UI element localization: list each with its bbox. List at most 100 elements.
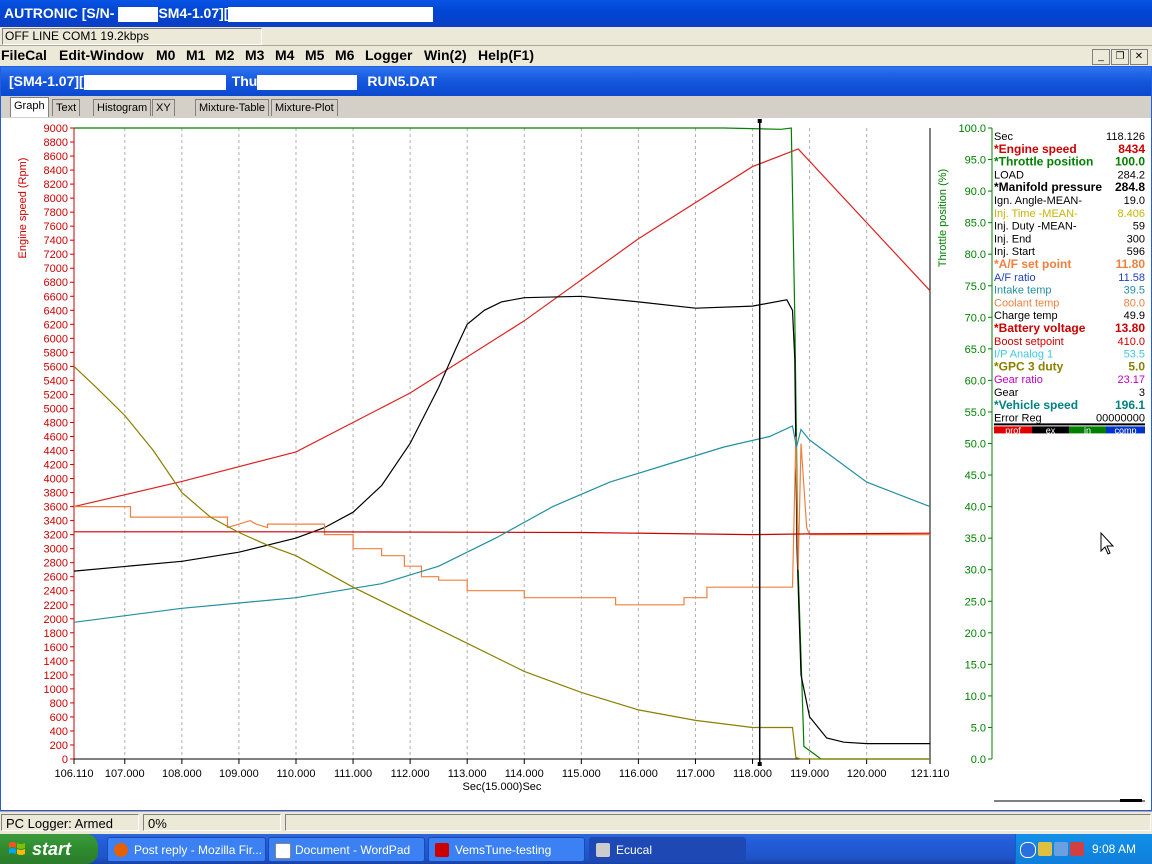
logger-percent: 0% bbox=[143, 814, 281, 831]
start-button[interactable]: start bbox=[0, 834, 98, 864]
y-right-tick-label: 65.0 bbox=[965, 344, 986, 356]
y-left-tick-label: 6400 bbox=[44, 305, 68, 317]
tab-histogram[interactable]: Histogram bbox=[93, 99, 152, 116]
x-tick-label: 113.000 bbox=[448, 768, 487, 780]
x-tick-label: 117.000 bbox=[676, 768, 715, 780]
x-tick-label: 114.000 bbox=[505, 768, 544, 780]
mdi-controls: _ ❐ ✕ bbox=[1091, 48, 1148, 65]
x-tick-label: 121.110 bbox=[911, 768, 950, 780]
task-label: VemsTune-testing bbox=[455, 843, 552, 857]
system-tray: 9:08 AM bbox=[1015, 834, 1152, 864]
x-tick-label: 109.000 bbox=[219, 768, 259, 780]
y-right-tick-label: 25.0 bbox=[965, 596, 986, 608]
graph-area[interactable]: 106.110 107.000 108.000 109.000 110.000 111.0… bbox=[1, 118, 1151, 810]
y-left-tick-label: 3800 bbox=[44, 488, 68, 500]
legend-name: Inj. End bbox=[994, 233, 1031, 245]
y-left-tick-label: 7200 bbox=[44, 249, 68, 261]
menu-bar: FileCal Edit-Window M0 M1 M2 M3 M4 M5 M6… bbox=[0, 46, 1152, 66]
windows-flag-icon bbox=[9, 842, 25, 855]
legend-name: A/F ratio bbox=[994, 272, 1036, 284]
time-cursor-handle-bottom bbox=[757, 762, 762, 766]
connection-status: OFF LINE COM1 19.2kbps bbox=[2, 28, 262, 45]
y-left-tick-label: 800 bbox=[50, 698, 68, 710]
legend-name: Inj. Duty -MEAN- bbox=[994, 221, 1077, 233]
start-label: start bbox=[32, 839, 72, 859]
menu-m0[interactable]: M0 bbox=[156, 47, 175, 63]
restore-icon[interactable]: ❐ bbox=[1111, 49, 1129, 65]
y-right-tick-label: 90.0 bbox=[965, 186, 986, 198]
y-left-tick-label: 1800 bbox=[44, 628, 68, 640]
y-left-tick-label: 7400 bbox=[44, 235, 68, 247]
menu-logger[interactable]: Logger bbox=[365, 47, 412, 63]
tray-app-icon[interactable] bbox=[1038, 842, 1052, 856]
y-right-tick-label: 100.0 bbox=[958, 123, 986, 135]
tab-mixture-table[interactable]: Mixture-Table bbox=[195, 99, 270, 116]
y-left-tick-label: 8200 bbox=[44, 179, 68, 191]
y-left-tick-label: 3200 bbox=[44, 530, 68, 542]
menu-m5[interactable]: M5 bbox=[305, 47, 324, 63]
lambda-bar-label: prof bbox=[1005, 425, 1021, 435]
task-vemstune[interactable]: VemsTune-testing bbox=[428, 837, 585, 862]
y-right-tick-label: 30.0 bbox=[965, 565, 986, 577]
legend-row: Coolant temp 80.0 bbox=[994, 297, 1145, 309]
y-left-tick-label: 600 bbox=[50, 712, 68, 724]
legend-row: Gear ratio 23.17 bbox=[994, 374, 1145, 386]
menu-m4[interactable]: M4 bbox=[275, 47, 294, 63]
legend-value: 19.0 bbox=[1124, 195, 1145, 207]
y-left-tick-label: 6200 bbox=[44, 319, 68, 331]
x-tick-label: 115.000 bbox=[562, 768, 601, 780]
y-left-tick-label: 8400 bbox=[44, 165, 68, 177]
menu-filecal[interactable]: FileCal bbox=[1, 47, 47, 63]
series-line-a-f-set-point bbox=[74, 436, 930, 606]
y-left-tick-label: 3000 bbox=[44, 544, 68, 556]
tab-xy[interactable]: XY bbox=[152, 99, 175, 116]
y-right-tick-label: 70.0 bbox=[965, 312, 986, 324]
menu-help[interactable]: Help(F1) bbox=[478, 47, 534, 63]
run-window-titlebar: [SM4-1.07][Thu RUN5.DAT bbox=[1, 67, 1151, 96]
task-firefox[interactable]: Post reply - Mozilla Fir... bbox=[107, 837, 266, 862]
legend-value: 410.0 bbox=[1117, 336, 1145, 348]
task-ecucal[interactable]: Ecucal bbox=[589, 837, 746, 862]
menu-edit-window[interactable]: Edit-Window bbox=[59, 47, 144, 63]
lambda-bar-label: ex bbox=[1046, 425, 1056, 435]
chevron-left-icon[interactable] bbox=[1020, 842, 1036, 858]
tab-mixture-plot[interactable]: Mixture-Plot bbox=[271, 99, 338, 116]
log-chart[interactable]: 106.110 107.000 108.000 109.000 110.000 111.0… bbox=[1, 118, 1151, 810]
minimize-icon[interactable]: _ bbox=[1092, 49, 1110, 65]
menu-m1[interactable]: M1 bbox=[186, 47, 205, 63]
tab-graph[interactable]: Graph bbox=[10, 97, 49, 117]
y-left-tick-label: 6600 bbox=[44, 291, 68, 303]
y-left-tick-label: 4800 bbox=[44, 417, 68, 429]
y-left-tick-label: 0 bbox=[62, 754, 68, 766]
close-icon[interactable]: ✕ bbox=[1130, 49, 1148, 65]
menu-m2[interactable]: M2 bbox=[215, 47, 234, 63]
redacted-block bbox=[118, 6, 159, 22]
legend-row: *Vehicle speed 196.1 bbox=[994, 398, 1145, 412]
vemstune-icon bbox=[435, 843, 449, 857]
y-right-tick-label: 40.0 bbox=[965, 502, 986, 514]
legend-name: *Throttle position bbox=[994, 155, 1093, 169]
menu-m3[interactable]: M3 bbox=[245, 47, 264, 63]
legend-row: Intake temp 39.5 bbox=[994, 285, 1145, 297]
menu-m6[interactable]: M6 bbox=[335, 47, 354, 63]
y-left-tick-label: 2800 bbox=[44, 558, 68, 570]
legend-name: *Battery voltage bbox=[994, 321, 1086, 335]
x-tick-label: 119.000 bbox=[790, 768, 829, 780]
time-cursor-handle-top bbox=[757, 119, 762, 123]
series-line-manifold-pressure bbox=[73, 295, 930, 745]
legend-scroll-thumb bbox=[1120, 799, 1142, 802]
tab-text[interactable]: Text bbox=[52, 99, 81, 116]
task-label: Post reply - Mozilla Fir... bbox=[134, 843, 263, 857]
x-tick-label: 107.000 bbox=[105, 768, 145, 780]
x-tick-label: 110.000 bbox=[277, 768, 316, 780]
y-right-tick-label: 95.0 bbox=[965, 155, 986, 167]
task-wordpad[interactable]: Document - WordPad bbox=[268, 837, 425, 862]
ecucal-icon bbox=[596, 843, 610, 857]
menu-win[interactable]: Win(2) bbox=[424, 47, 467, 63]
redacted-block bbox=[83, 74, 226, 90]
y-right-tick-label: 45.0 bbox=[965, 470, 986, 482]
y-left-tick-label: 2000 bbox=[44, 614, 68, 626]
network-icon[interactable] bbox=[1054, 842, 1068, 856]
security-icon[interactable] bbox=[1070, 842, 1084, 856]
status-empty bbox=[285, 814, 1151, 831]
